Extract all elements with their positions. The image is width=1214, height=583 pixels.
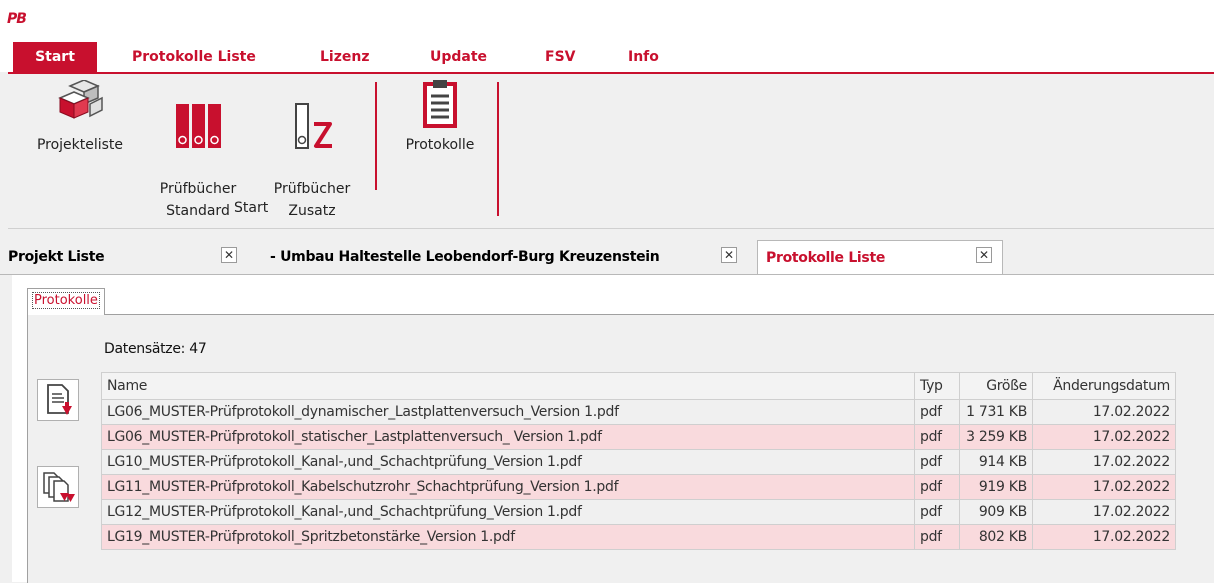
file-size-cell: 909 KB [959,499,1033,525]
table-row[interactable]: LG11_MUSTER-Prüfprotokoll_Kabelschutzroh… [101,474,1176,500]
file-type-cell: pdf [914,524,960,550]
pruefbuecher-standard-label: Prüfbücher Standard [159,181,237,219]
column-header-aenderungsdatum[interactable]: Änderungsdatum [1032,372,1176,400]
protokolle-table: Name Typ Größe Änderungsdatum LG06_MUSTE… [101,372,1176,550]
file-type-cell: pdf [914,424,960,450]
protokolle-label: Protokolle [405,137,475,153]
pruefbuecher-zusatz-label: Prüfbücher Zusatz [273,181,351,219]
binders-icon [176,104,221,148]
download-document-button[interactable] [37,379,79,421]
subtab-protokolle-label: Protokolle [32,292,100,309]
file-size-cell: 914 KB [959,449,1033,475]
file-name-cell: LG19_MUSTER-Prüfprotokoll_Spritzbetonstä… [101,524,915,550]
file-name-cell: LG06_MUSTER-Prüfprotokoll_statischer_Las… [101,424,915,450]
record-count: Datensätze: 47 [104,341,207,357]
file-type-cell: pdf [914,474,960,500]
projekteliste-label: Projekteliste [36,137,124,153]
column-header-typ[interactable]: Typ [914,372,960,400]
file-date-cell: 17.02.2022 [1032,474,1176,500]
protokolle-button[interactable]: Protokolle [392,80,488,156]
close-icon[interactable]: ✕ [221,247,237,263]
cube-stack-icon [58,80,103,119]
file-size-cell: 1 731 KB [959,399,1033,425]
file-name-cell: LG12_MUSTER-Prüfprotokoll_Kanal-,und_Sch… [101,499,915,525]
ribbon-separator [497,82,499,216]
title-bar: PB [0,0,1214,38]
table-row[interactable]: LG06_MUSTER-Prüfprotokoll_statischer_Las… [101,424,1176,450]
tab-umbau-haltestelle[interactable]: - Umbau Haltestelle Leobendorf-Burg Kreu… [270,240,660,274]
file-date-cell: 17.02.2022 [1032,524,1176,550]
pruefbuecher-zusatz-button[interactable]: Prüfbücher Zusatz [256,80,368,222]
close-icon[interactable]: ✕ [721,247,737,263]
menu-lizenz[interactable]: Lizenz [320,42,369,72]
menu-start[interactable]: Start [13,42,97,72]
file-date-cell: 17.02.2022 [1032,424,1176,450]
file-name-cell: LG11_MUSTER-Prüfprotokoll_Kabelschutzroh… [101,474,915,500]
file-size-cell: 3 259 KB [959,424,1033,450]
file-date-cell: 17.02.2022 [1032,399,1176,425]
subtab-protokolle[interactable]: Protokolle [27,288,105,315]
table-row[interactable]: LG19_MUSTER-Prüfprotokoll_Spritzbetonstä… [101,524,1176,550]
file-type-cell: pdf [914,399,960,425]
table-header-row: Name Typ Größe Änderungsdatum [101,372,1176,400]
download-documents-icon [43,472,75,502]
menu-fsv[interactable]: FSV [545,42,575,72]
file-size-cell: 919 KB [959,474,1033,500]
file-name-cell: LG10_MUSTER-Prüfprotokoll_Kanal-,und_Sch… [101,449,915,475]
file-date-cell: 17.02.2022 [1032,449,1176,475]
download-document-icon [47,384,72,415]
table-row[interactable]: LG12_MUSTER-Prüfprotokoll_Kanal-,und_Sch… [101,499,1176,525]
tab-protokolle-liste[interactable]: Protokolle Liste [757,240,1003,274]
app-logo: PB [7,11,27,27]
close-icon[interactable]: ✕ [976,247,992,263]
menu-info[interactable]: Info [628,42,659,72]
file-type-cell: pdf [914,499,960,525]
column-header-groesse[interactable]: Größe [959,372,1033,400]
table-row[interactable]: LG10_MUSTER-Prüfprotokoll_Kanal-,und_Sch… [101,449,1176,475]
clipboard-icon [423,80,457,128]
column-header-name[interactable]: Name [101,372,915,400]
menu-update[interactable]: Update [430,42,487,72]
file-date-cell: 17.02.2022 [1032,499,1176,525]
table-row[interactable]: LG06_MUSTER-Prüfprotokoll_dynamischer_La… [101,399,1176,425]
tab-projekt-liste[interactable]: Projekt Liste [8,240,105,274]
file-type-cell: pdf [914,449,960,475]
ribbon-group-label: Start [234,200,269,216]
projekteliste-button[interactable]: Projekteliste [18,80,142,156]
download-documents-button[interactable] [37,466,79,508]
ribbon-separator [375,82,377,190]
menu-protokolle-liste[interactable]: Protokolle Liste [132,42,256,72]
file-size-cell: 802 KB [959,524,1033,550]
file-name-cell: LG06_MUSTER-Prüfprotokoll_dynamischer_La… [101,399,915,425]
binder-z-icon [295,103,332,149]
